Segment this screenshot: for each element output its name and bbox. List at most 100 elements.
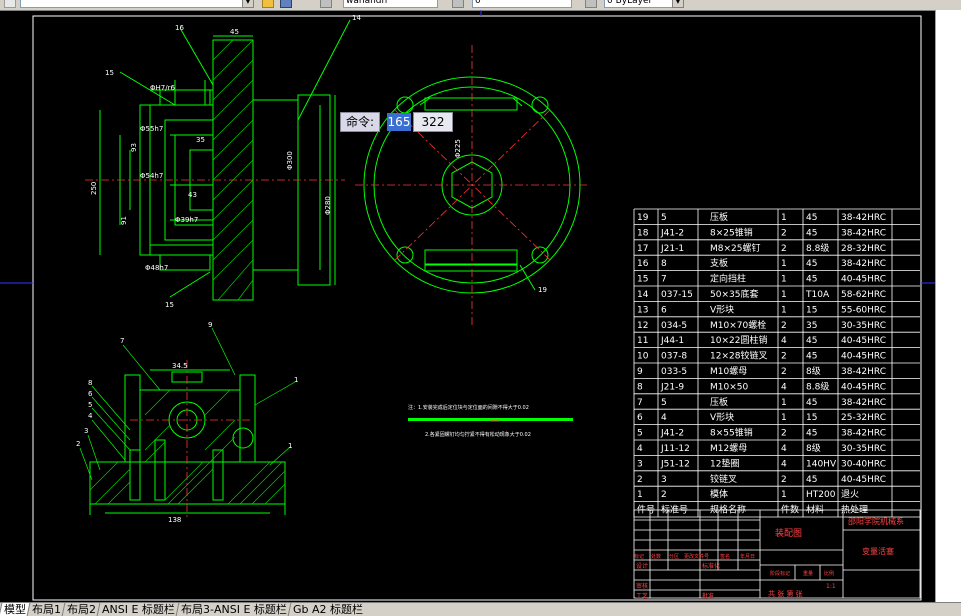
parts-list-cell: 45 (806, 429, 817, 439)
parts-list-cell: 4 (781, 444, 787, 454)
parts-list-cell: J21-9 (660, 382, 684, 392)
parts-list-cell: 45 (806, 475, 817, 485)
parts-list-cell: 8.8级 (806, 380, 829, 392)
vertical-scrollbar[interactable] (935, 10, 961, 602)
svg-text:Φ55h7: Φ55h7 (140, 125, 163, 133)
tab-ansi-e[interactable]: ANSI E 标题栏 (96, 603, 179, 616)
lineweight-icon[interactable] (585, 0, 597, 8)
parts-list-cell: 11 (637, 336, 648, 346)
layer-combo-arrow[interactable]: ▼ (242, 0, 254, 8)
tab-model[interactable]: 模型 (0, 603, 30, 616)
section-leaders (79, 327, 296, 481)
svg-text:年月日: 年月日 (740, 553, 755, 560)
svg-text:标准化: 标准化 (702, 562, 720, 570)
parts-list-cell: 压板 (710, 396, 728, 408)
tab-layout1[interactable]: 布局1 (26, 603, 65, 616)
parts-list-cell: M10×50 (710, 382, 748, 392)
section-view (89, 369, 286, 515)
parts-list-cell: 38-42HRC (841, 259, 886, 269)
parts-list-cell: 8×55锥销 (710, 427, 753, 439)
lineweight-combo-arrow[interactable]: ▼ (672, 0, 684, 8)
svg-text:共 张 第 张: 共 张 第 张 (768, 589, 803, 598)
parts-list-cell: HT200 (806, 490, 836, 500)
svg-text:3: 3 (84, 427, 88, 435)
tab-layout2[interactable]: 布局2 (61, 603, 100, 616)
match-properties-icon[interactable] (320, 0, 332, 8)
technical-notes: 注：1.安装完成后定位块与定位面的间隙不得大于0.02 2.各紧固螺钉均匀拧紧不… (408, 404, 573, 438)
parts-list-cell: 15 (637, 275, 648, 285)
svg-text:Φ300: Φ300 (286, 151, 294, 170)
parts-list-cell: 2 (781, 321, 787, 331)
parts-list-cell: 8×25锥销 (710, 226, 753, 238)
parts-list-cell: 1 (781, 398, 787, 408)
linetype-combo[interactable]: 0 (472, 0, 572, 8)
tab-gb-a2[interactable]: Gb A2 标题栏 (287, 603, 367, 616)
parts-list-cell: 1 (781, 290, 787, 300)
svg-text:4: 4 (88, 412, 93, 420)
parts-list-cell: 支板 (710, 257, 728, 269)
parts-list-cell: 2 (781, 429, 787, 439)
layer-combo[interactable] (20, 0, 250, 8)
svg-text:比例: 比例 (824, 570, 834, 577)
svg-text:1: 1 (288, 442, 292, 450)
parts-list-cell: 25-32HRC (841, 413, 886, 423)
title-block-text: 装配图 邵阳学院机械系 变量活塞 标记 处数 分区 更改文件号 签名 年月日 设… (634, 516, 904, 600)
parts-list-cell: 8级 (806, 365, 821, 377)
layer-previous-icon[interactable] (280, 0, 292, 8)
svg-text:重量: 重量 (803, 570, 813, 577)
parts-list-cell: 38-42HRC (841, 429, 886, 439)
parts-list-cell: 件号 (637, 504, 655, 516)
parts-list-cell: 铰链叉 (710, 473, 737, 485)
coord-y-input[interactable]: 322 (413, 112, 453, 132)
parts-list-cell: 3 (637, 459, 643, 469)
parts-list-cell: 5 (661, 398, 667, 408)
parts-list-cell: 034-5 (661, 321, 687, 331)
drawing-canvas[interactable]: 45 Φ300 Φ280 35 43 250 Φ55h7 Φ54h7 Φ39h7… (0, 10, 961, 602)
parts-list-cell: 35 (806, 321, 817, 331)
svg-text:设计: 设计 (636, 562, 648, 570)
svg-text:19: 19 (538, 286, 547, 294)
svg-text:变量活塞: 变量活塞 (862, 546, 894, 556)
coord-x-input[interactable]: 165 (387, 113, 411, 131)
svg-text:138: 138 (168, 516, 181, 524)
parts-list-cell: 4 (781, 459, 787, 469)
parts-list-cell: 18 (637, 228, 649, 238)
svg-text:签名: 签名 (720, 553, 730, 560)
parts-list-cell: 1 (781, 490, 787, 500)
layer-state-icon[interactable] (4, 0, 16, 8)
parts-list-cell: 9 (637, 367, 643, 377)
parts-list-cell: 16 (637, 259, 649, 269)
parts-list-cell: 28-32HRC (841, 244, 886, 254)
svg-text:15: 15 (105, 69, 114, 77)
parts-list-cell: V形块 (710, 411, 734, 423)
svg-text:处数: 处数 (651, 553, 661, 560)
parts-list-cell: J21-1 (660, 244, 684, 254)
layer-icon[interactable] (262, 0, 274, 8)
svg-text:91: 91 (120, 216, 128, 225)
parts-list-cell: 38-42HRC (841, 228, 886, 238)
parts-list-cell: 5 (637, 429, 643, 439)
parts-list-cell: 10×22圆柱销 (710, 334, 767, 346)
svg-text:阶段标记: 阶段标记 (770, 570, 790, 577)
parts-list-cell: 热处理 (841, 504, 868, 516)
parts-list-cell: 30-35HRC (841, 444, 886, 454)
svg-text:5: 5 (88, 401, 92, 409)
svg-text:8: 8 (88, 379, 92, 387)
parts-list-cell: 40-45HRC (841, 336, 886, 346)
svg-text:Φ39h7: Φ39h7 (175, 216, 198, 224)
svg-text:更改文件号: 更改文件号 (684, 553, 709, 560)
svg-text:Φ48h7: Φ48h7 (145, 264, 168, 272)
linetype-icon[interactable] (452, 0, 464, 8)
parts-list-cell: 2 (781, 244, 787, 254)
parts-list-cell: 5 (661, 213, 667, 223)
parts-list-cell: 14 (637, 290, 649, 300)
svg-text:1: 1 (294, 376, 298, 384)
parts-list: 19 5 压板 1 45 38-42HRC18 J41-2 8×25锥销 2 45 38-42HRC… (633, 208, 920, 518)
parts-list-cell: 40-45HRC (841, 352, 886, 362)
flange-hatch (212, 39, 254, 301)
tab-layout3-ansi-e[interactable]: 布局3-ANSI E 标题栏 (175, 603, 291, 616)
front-view (99, 19, 351, 301)
parts-list-cell: 12垫圈 (710, 457, 739, 469)
layer-name-combo[interactable]: wanandn (343, 0, 438, 8)
parts-list-cell: 17 (637, 244, 648, 254)
